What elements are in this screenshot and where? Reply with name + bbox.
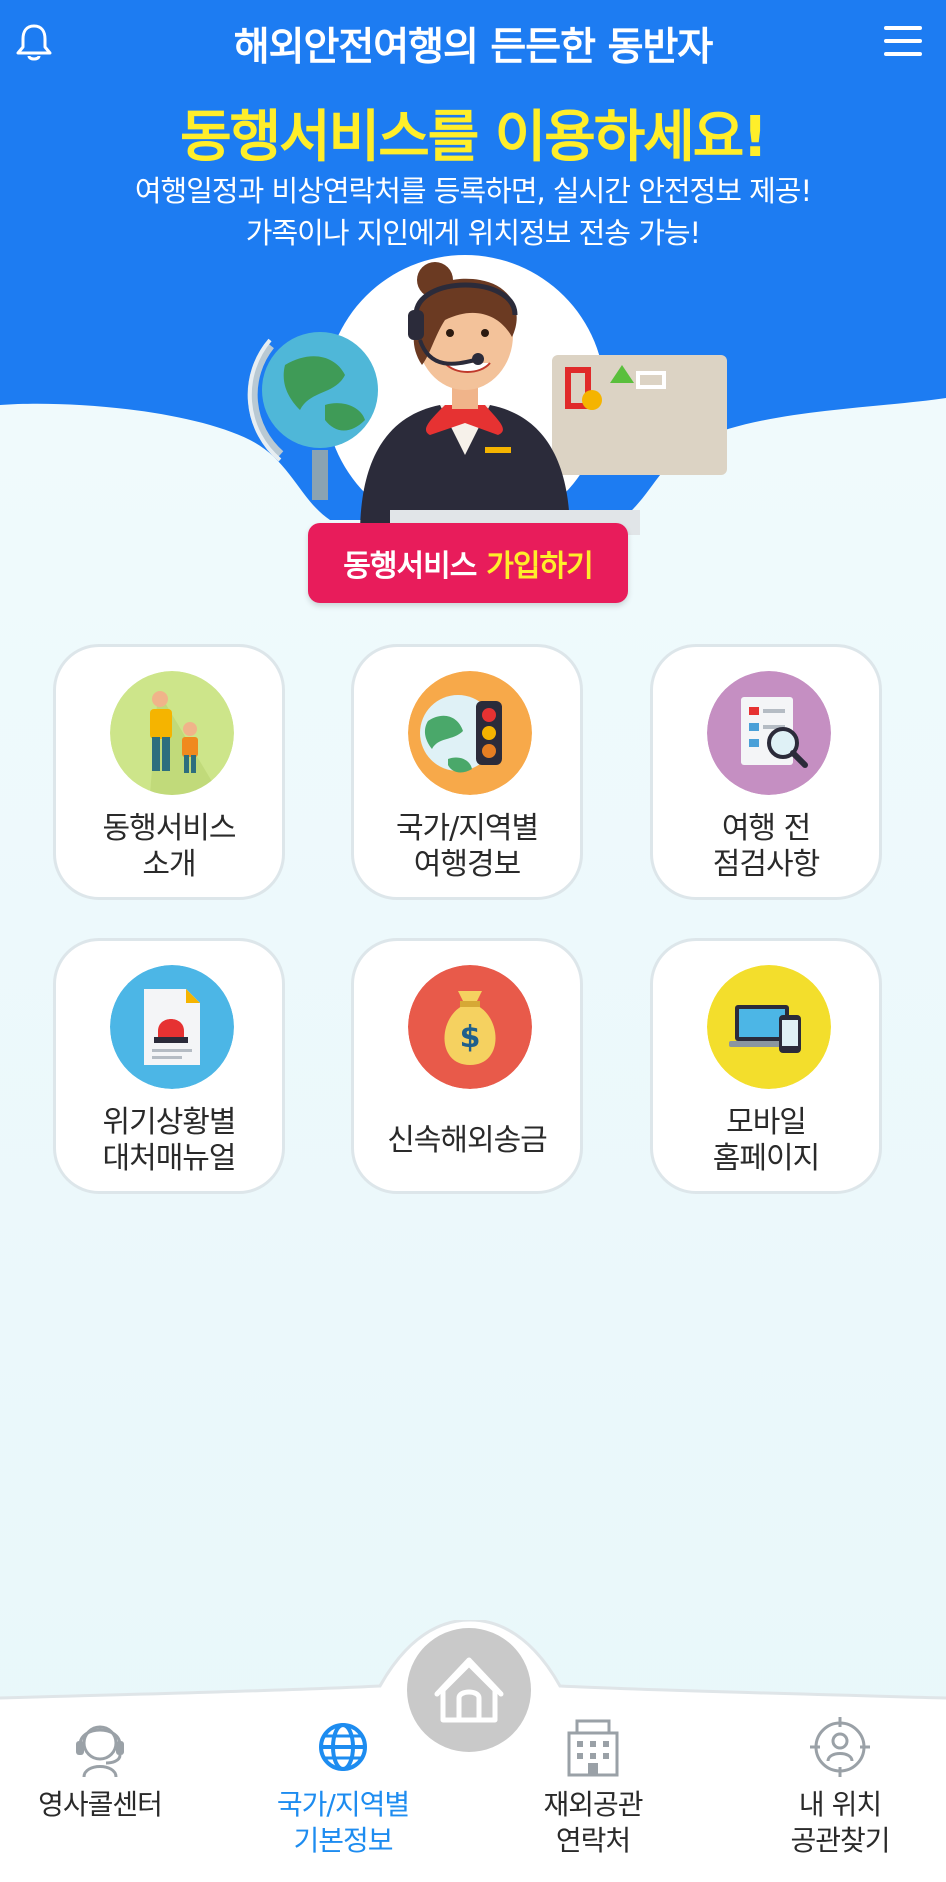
app-screen: 해외안전여행의 든든한 동반자 동행서비스를 이용하세요! 여행일정과 비상연락… [0,0,946,1882]
card-label: 위기상황별 대처매뉴얼 [102,1105,237,1176]
traffic-light-globe-icon [408,671,532,795]
nav-label: 재외공관 연락처 [543,1788,643,1857]
alarm-document-icon [110,965,234,1089]
money-bag-icon: $ [408,965,532,1089]
building-icon [567,1719,619,1777]
hero-subtitle-line2: 가족이나 지인에게 위치정보 전송 가능! [245,216,701,250]
card-label: 모바일 홈페이지 [712,1105,820,1176]
nav-consular-call-center[interactable]: 영사콜센터 [0,1715,200,1823]
hero-subtitle-line1: 여행일정과 비상연락처를 등록하면, 실시간 안전정보 제공! [134,174,812,208]
family-travel-icon [110,671,234,795]
card-crisis-manual[interactable]: 위기상황별 대처매뉴얼 [53,938,285,1194]
join-label-main: 동행서비스 [343,549,477,584]
card-pre-travel-check[interactable]: 여행 전 점검사항 [650,644,882,900]
card-remittance[interactable]: $ 신속해외송금 [351,938,583,1194]
join-label-highlight: 가입하기 [486,549,593,584]
headset-agent-icon [76,1725,124,1778]
join-service-button[interactable]: 동행서비스 가입하기 [308,523,628,603]
card-label: 신속해외송금 [387,1123,548,1158]
hero-headline: 동행서비스를 이용하세요! [180,105,768,170]
app-title: 해외안전여행의 든든한 동반자 [233,25,714,70]
card-mobile-homepage[interactable]: 모바일 홈페이지 [650,938,882,1194]
nav-country-info[interactable]: 국가/지역별 기본정보 [243,1715,443,1859]
nav-find-embassy[interactable]: 내 위치 공관찾기 [740,1715,940,1859]
agent-illustration [247,255,727,535]
card-travel-alert[interactable]: 국가/지역별 여행경보 [351,644,583,900]
nav-label: 내 위치 공관찾기 [790,1788,890,1857]
nav-label: 국가/지역별 기본정보 [276,1788,410,1857]
card-label: 국가/지역별 여행경보 [395,811,539,882]
card-service-intro[interactable]: 동행서비스 소개 [53,644,285,900]
globe-icon [319,1723,367,1771]
nav-label: 영사콜센터 [38,1788,163,1821]
nav-embassy-contacts[interactable]: 재외공관 연락처 [493,1715,693,1859]
checklist-magnifier-icon [707,671,831,795]
laptop-phone-icon [707,965,831,1089]
svg-text:$: $ [460,1020,481,1055]
card-label: 여행 전 점검사항 [712,811,820,882]
location-target-icon [810,1717,870,1777]
hamburger-menu-icon[interactable] [882,22,924,60]
card-label: 동행서비스 소개 [102,811,237,882]
